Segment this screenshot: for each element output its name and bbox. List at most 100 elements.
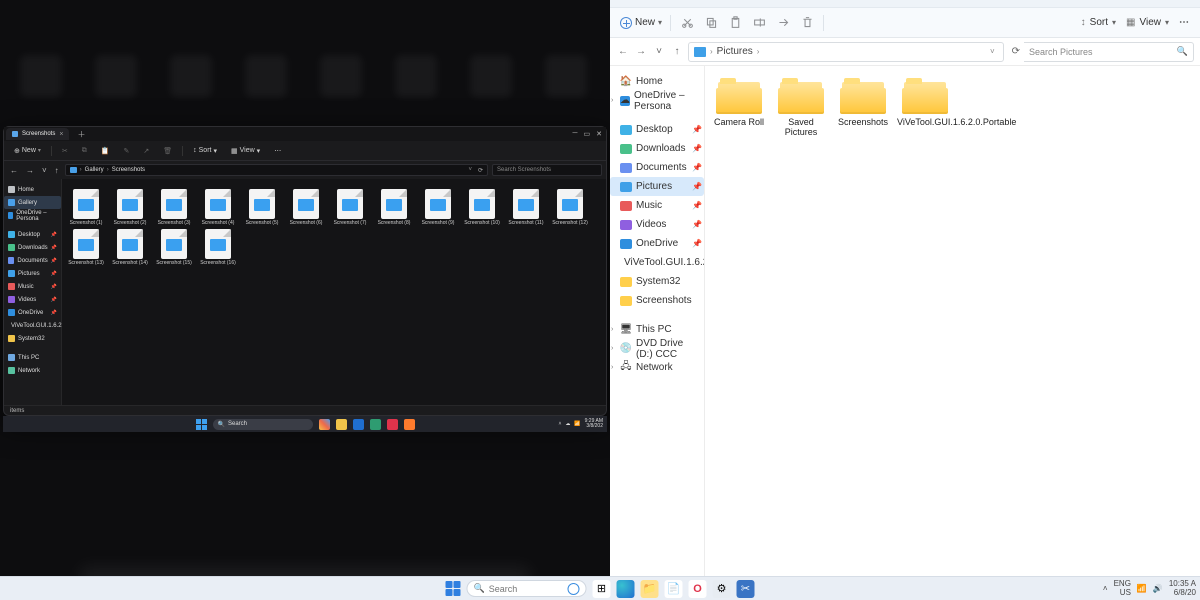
sidebar-item-dvd drive (d:) ccc[interactable]: ›💿DVD Drive (D:) CCC (610, 339, 704, 358)
file-item[interactable]: Screenshot (7) (330, 189, 370, 227)
refresh-icon[interactable]: ⟳ (475, 167, 483, 174)
file-item[interactable]: Screenshot (16) (198, 229, 238, 267)
wifi-icon[interactable]: 📶 (1137, 584, 1147, 593)
new-button[interactable]: ⊕ New ▾ (10, 145, 45, 157)
expand-icon[interactable]: › (611, 364, 613, 371)
more-button[interactable]: ⋯ (270, 145, 285, 157)
minimize-button[interactable]: ─ (573, 130, 578, 138)
view-button[interactable]: ▦View▾ (1126, 17, 1169, 28)
file-item[interactable]: Screenshot (11) (506, 189, 546, 227)
dark-file-grid[interactable]: Screenshot (1)Screenshot (2)Screenshot (… (62, 179, 606, 405)
sidebar-item-gallery[interactable]: Gallery (4, 196, 61, 209)
file-item[interactable]: Screenshot (3) (154, 189, 194, 227)
back-button[interactable]: ← (8, 166, 20, 175)
copilot-icon[interactable] (319, 419, 330, 430)
cloud-icon[interactable]: ☁ (565, 421, 570, 427)
file-item[interactable]: Screenshot (9) (418, 189, 458, 227)
sidebar-item-desktop[interactable]: Desktop📌 (4, 228, 61, 241)
refresh-button[interactable]: ⟳ (1008, 46, 1024, 57)
up-button[interactable]: ↑ (53, 166, 61, 175)
delete-icon[interactable]: 🗑 (159, 145, 176, 157)
file-item[interactable]: Screenshot (4) (198, 189, 238, 227)
sidebar-item-folder[interactable]: ViVeTool.GUI.1.6.2.0 (4, 319, 61, 332)
sidebar-item-network[interactable]: Network (4, 364, 61, 377)
new-button[interactable]: New ▾ (620, 17, 662, 29)
language-indicator[interactable]: ENGUS (1114, 580, 1131, 597)
folder-item[interactable]: Camera Roll (711, 80, 767, 138)
sidebar-item-system32[interactable]: System32 (610, 272, 704, 291)
address-bar[interactable]: › Pictures › ˅ (688, 42, 1004, 62)
recent-button[interactable]: ˅ (40, 166, 49, 175)
file-item[interactable]: Screenshot (2) (110, 189, 150, 227)
address-dropdown-icon[interactable]: ˅ (987, 47, 998, 56)
rename-icon[interactable]: ✎ (120, 145, 134, 157)
sidebar-item-music[interactable]: Music📌 (610, 196, 704, 215)
up-button[interactable]: ↑ (670, 44, 684, 59)
tray-chevron-icon[interactable]: ˄ (1103, 584, 1108, 593)
tray-chevron-icon[interactable]: ˄ (558, 421, 561, 427)
file-item[interactable]: Screenshot (8) (374, 189, 414, 227)
tab-screenshots[interactable]: Screenshots × (6, 128, 69, 140)
volume-icon[interactable]: 🔊 (1153, 584, 1163, 593)
file-item[interactable]: Screenshot (1) (66, 189, 106, 227)
sidebar-item-screenshots[interactable]: Screenshots (610, 291, 704, 310)
sidebar-item-videos[interactable]: Videos📌 (610, 215, 704, 234)
sidebar-item-network[interactable]: ›🖧Network (610, 358, 704, 377)
paste-icon[interactable]: 📋 (97, 145, 114, 157)
sidebar-item-desktop[interactable]: Desktop📌 (610, 120, 704, 139)
sidebar-item-pictures[interactable]: Pictures📌 (4, 267, 61, 280)
taskview-icon[interactable]: ⊞ (593, 580, 611, 598)
address-bar[interactable]: › Gallery › Screenshots ˅ ⟳ (65, 164, 488, 176)
breadcrumb-screenshots[interactable]: Screenshots (112, 167, 145, 173)
sidebar-item-pc[interactable]: This PC (4, 351, 61, 364)
close-button[interactable]: ✕ (596, 130, 602, 138)
expand-icon[interactable]: › (611, 345, 613, 352)
dark-search-input[interactable]: Search Screenshots (492, 164, 602, 176)
sidebar-item-home[interactable]: Home (4, 183, 61, 196)
more-button[interactable]: ⋯ (1179, 17, 1190, 28)
settings-icon[interactable]: ⚙ (713, 580, 731, 598)
sidebar-item-folder[interactable]: System32 (4, 332, 61, 345)
file-item[interactable]: Screenshot (5) (242, 189, 282, 227)
sidebar-item-music[interactable]: Music📌 (4, 280, 61, 293)
sidebar-item-onedrive-personal[interactable]: ›☁OneDrive – Persona (610, 91, 704, 110)
taskbar-search[interactable]: 🔍Search (467, 580, 587, 597)
sidebar-item-documents[interactable]: Documents📌 (610, 158, 704, 177)
file-item[interactable]: Screenshot (13) (66, 229, 106, 267)
file-item[interactable]: Screenshot (12) (550, 189, 590, 227)
store-icon[interactable] (370, 419, 381, 430)
explorer-icon[interactable] (336, 419, 347, 430)
forward-button[interactable]: → (24, 166, 36, 175)
forward-button[interactable]: → (634, 44, 648, 59)
sidebar-item-vivetool.gui.1.6.2.0[interactable]: ViVeTool.GUI.1.6.2.0 (610, 253, 704, 272)
sidebar-item-home[interactable]: 🏠Home (610, 72, 704, 91)
sidebar-item-videos[interactable]: Videos📌 (4, 293, 61, 306)
expand-icon[interactable]: › (611, 97, 613, 104)
file-item[interactable]: Screenshot (14) (110, 229, 150, 267)
share-icon[interactable]: ↗ (139, 145, 153, 157)
share-icon[interactable] (775, 15, 791, 31)
file-item[interactable]: Screenshot (10) (462, 189, 502, 227)
expand-icon[interactable]: › (611, 326, 613, 333)
folder-item[interactable]: Screenshots (835, 80, 891, 138)
cut-icon[interactable] (679, 15, 695, 31)
copy-icon[interactable]: ⧉ (78, 145, 91, 157)
maximize-button[interactable]: ▭ (584, 130, 591, 138)
start-icon[interactable] (196, 419, 207, 430)
cut-icon[interactable]: ✂ (58, 145, 72, 157)
breadcrumb-gallery[interactable]: Gallery (85, 167, 104, 173)
file-item[interactable]: Screenshot (15) (154, 229, 194, 267)
sidebar-item-pictures[interactable]: Pictures📌 (610, 177, 704, 196)
start-button[interactable] (446, 581, 461, 596)
breadcrumb-pictures[interactable]: Pictures (717, 46, 753, 57)
explorer-icon[interactable]: 📁 (641, 580, 659, 598)
opera-icon[interactable] (387, 419, 398, 430)
firefox-icon[interactable] (404, 419, 415, 430)
edge-icon[interactable] (617, 580, 635, 598)
sidebar-item-cloud[interactable]: OneDrive – Persona (4, 209, 61, 222)
opera-icon[interactable]: O (689, 580, 707, 598)
notepad-icon[interactable]: 📄 (665, 580, 683, 598)
copy-icon[interactable] (703, 15, 719, 31)
sidebar-item-downloads[interactable]: Downloads📌 (610, 139, 704, 158)
rename-icon[interactable] (751, 15, 767, 31)
